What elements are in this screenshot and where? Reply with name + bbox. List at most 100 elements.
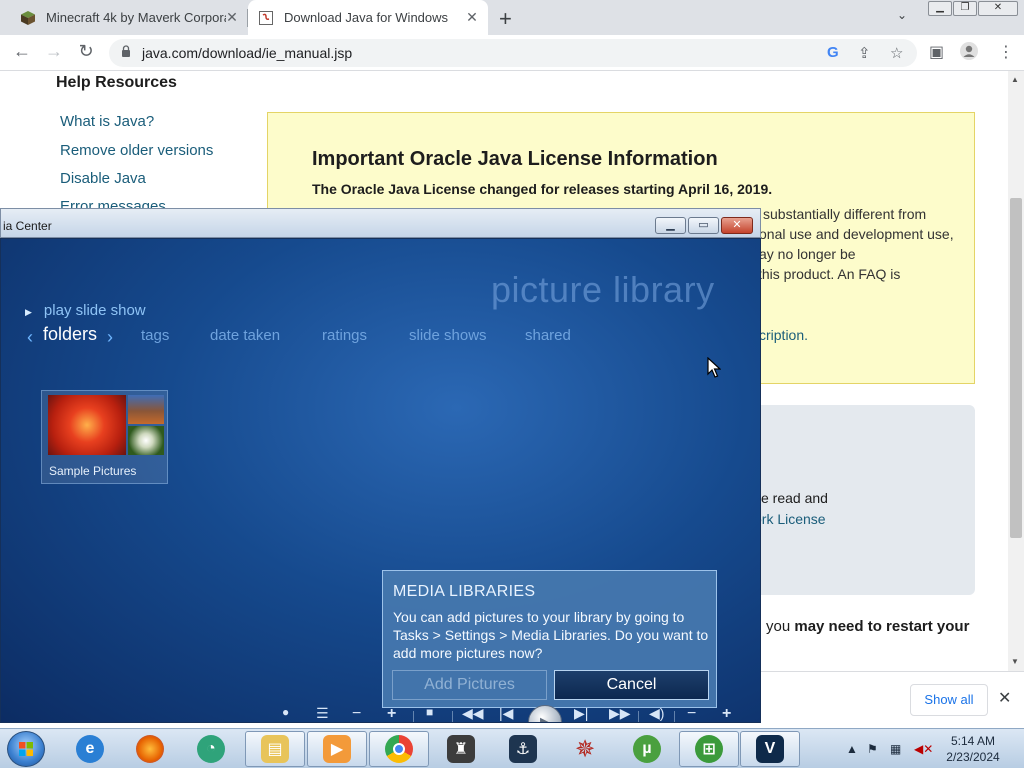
windows-logo-icon: [19, 742, 33, 756]
taskbar-windows-media-center[interactable]: ⊞: [679, 731, 739, 767]
taskbar-chrome[interactable]: [369, 731, 429, 767]
license-notice-text: onal use and development use,: [759, 226, 954, 242]
nav-shared[interactable]: shared: [525, 327, 571, 344]
nav-slide-shows[interactable]: slide shows: [409, 327, 487, 344]
back-arrow-icon[interactable]: ←: [10, 41, 34, 62]
media-libraries-dialog: MEDIA LIBRARIES You can add pictures to …: [382, 570, 717, 708]
close-window-icon[interactable]: ✕: [978, 1, 1018, 16]
taskbar-media-player[interactable]: ▶: [307, 731, 367, 767]
minecraft-icon: [20, 10, 36, 26]
channel-up-icon[interactable]: +: [387, 705, 396, 722]
license-agreement-link[interactable]: ork License: [754, 511, 826, 527]
rewind-icon[interactable]: ◀◀: [462, 705, 484, 722]
star-emblem-icon: ✵: [574, 735, 596, 763]
address-bar[interactable]: java.com/download/ie_manual.jsp G ⇪ ☆: [109, 39, 917, 67]
play-icon: ▶: [540, 713, 552, 722]
nav-ratings[interactable]: ratings: [322, 327, 367, 344]
reload-icon[interactable]: ↻: [74, 41, 98, 62]
white-flower-thumbnail: [128, 426, 164, 455]
taskbar-world-of-warships[interactable]: ⚓: [493, 731, 553, 767]
browser-toolbar: ← → ↻ java.com/download/ie_manual.jsp G …: [0, 35, 1024, 71]
folder-tile-sample-pictures[interactable]: Sample Pictures: [41, 390, 168, 484]
link-what-is-java[interactable]: What is Java?: [60, 113, 154, 130]
page-scrollbar[interactable]: ▲ ▼: [1008, 71, 1024, 671]
record-icon[interactable]: ●: [282, 705, 289, 719]
chevron-left-icon[interactable]: ‹: [27, 327, 33, 348]
tank-icon: ♜: [447, 735, 475, 763]
bookmark-star-icon[interactable]: ☆: [890, 44, 903, 62]
google-lens-icon[interactable]: G: [827, 44, 839, 61]
guide-list-icon[interactable]: ☰: [316, 705, 329, 722]
play-arrow-icon: ▶: [25, 307, 32, 317]
play-slide-show-button[interactable]: ▶ play slide show: [25, 302, 146, 319]
taskbar-star-app[interactable]: ✵: [555, 731, 615, 767]
volume-down-icon[interactable]: −: [687, 705, 696, 722]
link-disable-java[interactable]: Disable Java: [60, 170, 146, 187]
taskbar-internet-explorer[interactable]: e: [60, 731, 120, 767]
profile-avatar-icon[interactable]: [960, 42, 978, 65]
side-panel-icon[interactable]: ▣: [929, 42, 944, 62]
scroll-up-arrow-icon[interactable]: ▲: [1011, 75, 1019, 84]
restore-window-icon[interactable]: ❐: [953, 1, 977, 16]
mute-speaker-icon[interactable]: ◀): [649, 705, 664, 722]
fast-forward-icon[interactable]: ▶▶: [609, 705, 631, 722]
chrome-icon: [385, 735, 413, 763]
network-icon[interactable]: ▦: [890, 742, 901, 756]
volume-muted-icon[interactable]: ◀✕: [914, 742, 933, 756]
media-center-icon: ⊞: [695, 735, 723, 763]
media-center-titlebar[interactable]: ia Center ▁ ▭ ✕: [0, 208, 761, 238]
flower-thumbnail: [48, 395, 126, 455]
transport-divider: [674, 711, 675, 722]
taskbar-firefox[interactable]: [120, 731, 180, 767]
folder-icon: ▤: [261, 735, 289, 763]
skip-back-icon[interactable]: |◀: [499, 705, 513, 722]
url-text[interactable]: java.com/download/ie_manual.jsp: [142, 45, 352, 61]
chat-bubble-icon: ◔: [197, 735, 225, 763]
restart-notice: you may need to restart your: [766, 618, 969, 635]
more-menu-icon[interactable]: ⋮: [998, 42, 1014, 62]
close-tab-icon[interactable]: ✕: [224, 9, 240, 26]
tab-java-download[interactable]: Download Java for Windows ✕: [248, 0, 488, 35]
share-icon[interactable]: ⇪: [858, 44, 871, 62]
scroll-down-arrow-icon[interactable]: ▼: [1011, 657, 1019, 666]
channel-down-icon[interactable]: −: [352, 705, 361, 722]
tab-title: Download Java for Windows: [284, 10, 449, 25]
add-pictures-button[interactable]: Add Pictures: [392, 670, 547, 700]
minimize-window-icon[interactable]: ▁: [928, 1, 952, 16]
taskbar-vegas[interactable]: V: [740, 731, 800, 767]
minimize-window-icon[interactable]: ▁: [655, 217, 686, 234]
stop-icon[interactable]: ■: [426, 705, 433, 719]
skip-forward-icon[interactable]: ▶|: [574, 705, 588, 722]
forward-arrow-icon[interactable]: →: [42, 41, 66, 62]
taskbar-utorrent[interactable]: µ: [617, 731, 677, 767]
close-download-bar-icon[interactable]: ✕: [998, 688, 1011, 708]
close-tab-icon[interactable]: ✕: [464, 9, 480, 26]
system-clock[interactable]: 5:14 AM 2/23/2024: [944, 733, 1002, 765]
close-window-icon[interactable]: ✕: [721, 217, 753, 234]
show-all-downloads-button[interactable]: Show all: [910, 684, 988, 716]
chevron-right-icon[interactable]: ›: [107, 327, 113, 348]
clock-time: 5:14 AM: [950, 734, 996, 748]
nav-folders[interactable]: folders: [43, 324, 97, 345]
cancel-button[interactable]: Cancel: [554, 670, 709, 700]
utorrent-icon: µ: [633, 735, 661, 763]
new-tab-button[interactable]: +: [499, 6, 512, 32]
taskbar-world-of-tanks[interactable]: ♜: [431, 731, 491, 767]
start-button[interactable]: [7, 731, 45, 767]
action-center-flag-icon[interactable]: ⚑: [867, 742, 878, 756]
media-center-window: ia Center ▁ ▭ ✕ picture library ▶ play sl…: [0, 208, 761, 723]
vegas-icon: V: [756, 735, 784, 763]
maximize-window-icon[interactable]: ▭: [688, 217, 719, 234]
volume-up-icon[interactable]: +: [722, 705, 731, 722]
taskbar-file-explorer[interactable]: ▤: [245, 731, 305, 767]
nav-tags[interactable]: tags: [141, 327, 169, 344]
link-remove-older-versions[interactable]: Remove older versions: [60, 142, 213, 159]
scrollbar-thumb[interactable]: [1010, 198, 1022, 538]
show-hidden-icons-chevron-icon[interactable]: ▲: [846, 742, 858, 756]
taskbar-chat-app[interactable]: ◔: [181, 731, 241, 767]
nav-date-taken[interactable]: date taken: [210, 327, 280, 344]
tab-minecraft[interactable]: Minecraft 4k by Maverk Corporat ✕: [12, 0, 248, 35]
license-notice-link[interactable]: cription.: [759, 327, 808, 343]
tab-search-chevron-icon[interactable]: ⌄: [897, 8, 907, 22]
license-agreement-text: ve read and: [754, 490, 828, 506]
